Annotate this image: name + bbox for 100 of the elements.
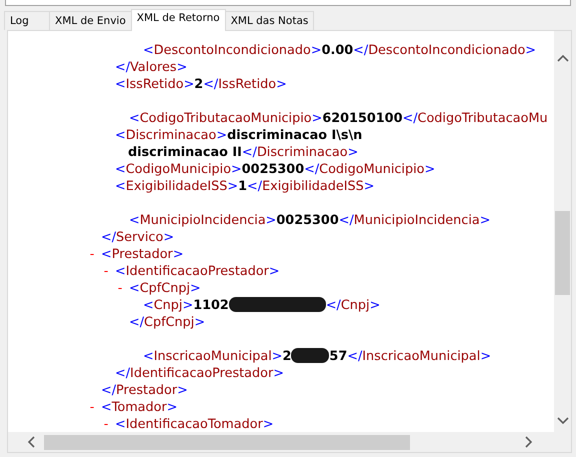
collapse-toggle[interactable]: - [86,399,98,416]
element-value: 0.00 [322,43,354,58]
tag-name: CpfCnpj [144,315,194,330]
tag-bracket: < [129,281,140,296]
tag-bracket: < [115,128,126,143]
collapse-toggle[interactable]: - [100,263,112,280]
tag-bracket: < [143,298,154,313]
tab[interactable]: XML de Retorno [130,9,226,31]
tag-bracket: > [262,417,274,432]
tag-bracket: > [480,213,490,228]
element-value: 1 [238,179,248,194]
tag-name: Prestador [112,247,173,262]
tag-name: DescontoIncondicionado [368,43,526,58]
element-value: discriminacao II [128,145,242,160]
element-value: discriminacao I\s\n [227,128,362,143]
tag-bracket: < [115,179,126,194]
tag-bracket: > [194,315,206,330]
tag-bracket: </ [338,213,354,228]
tag-bracket: < [115,77,126,92]
tag-bracket: > [424,162,436,177]
tag-bracket: </ [242,145,257,160]
tag-name: ExigibilidadeISS [126,179,228,194]
tag-bracket: > [272,349,283,364]
tag-bracket: > [216,128,228,143]
tag-name: Servico [116,230,164,245]
tag-bracket: > [370,298,380,313]
tag-name: Valores [130,60,177,75]
element-value: 1102 [193,298,229,313]
tag-bracket: </ [326,298,341,313]
tag-bracket: > [348,145,358,160]
tag-bracket: > [273,366,284,381]
tag-name: IdentificacaoPrestador [130,366,274,381]
tag-name: InscricaoMunicipal [362,349,480,364]
tag-bracket: > [231,162,242,177]
tag-bracket: > [364,179,374,194]
tag-bracket: > [480,349,492,364]
tag-bracket: > [266,213,276,228]
collapse-toggle[interactable]: - [114,280,126,297]
tag-name: IdentificacaoPrestador [126,264,269,279]
tag-name: CodigoTributacaoMu [418,111,548,126]
tab[interactable]: Log [4,11,50,30]
tag-bracket: > [184,77,194,92]
tag-name: CodigoMunicipio [126,162,232,177]
tag-bracket: > [176,60,188,75]
tag-bracket: </ [115,60,130,75]
tag-name: MunicipioIncidencia [140,213,266,228]
element-value: 0025300 [242,162,304,177]
tag-bracket: < [101,247,112,262]
tag-bracket: < [101,400,112,415]
tag-bracket: </ [353,43,368,58]
tag-bracket: </ [247,179,262,194]
tag-bracket: < [143,43,154,58]
tag-name: CodigoTributacaoMunicipio [140,111,312,126]
tag-name: CpfCnpj [140,281,190,296]
element-value: 2 [282,349,292,364]
tag-name: Prestador [116,383,178,398]
tag-name: InscricaoMunicipal [154,349,272,364]
tag-bracket: < [115,417,126,432]
tag-name: ExigibilidadeISS [262,179,364,194]
tag-bracket: > [182,298,194,313]
tag-bracket: < [143,349,154,364]
tag-bracket: </ [203,77,218,92]
element-value: 0025300 [276,213,339,228]
tag-bracket: > [172,247,184,262]
tag-bracket: </ [304,162,320,177]
tag-name: Cnpj [340,298,370,313]
tag-bracket: > [163,230,174,245]
tag-bracket: </ [347,349,362,364]
tag-bracket: > [312,111,322,126]
tag-bracket: > [177,383,188,398]
tag-name: Discriminacao [256,145,348,160]
tab[interactable]: XML das Notas [224,11,314,30]
tag-bracket: > [227,179,238,194]
tag-name: Discriminacao [126,128,216,143]
tag-bracket: < [115,264,126,279]
tag-name: MunicipioIncidencia [354,213,480,228]
element-value: 57 [329,349,348,364]
tag-name: DescontoIncondicionado [154,43,311,58]
tag-bracket: > [190,281,201,296]
tag-bracket: > [310,43,322,58]
element-value: 620150100 [322,111,402,126]
tag-bracket: </ [402,111,418,126]
tag-name: Tomador [112,400,167,415]
tag-name: CodigoMunicipio [319,162,424,177]
tag-bracket: > [276,77,287,92]
tag-bracket: < [129,111,140,126]
tag-name: IssRetido [126,77,184,92]
tag-bracket: > [166,400,178,415]
tag-bracket: > [525,43,536,58]
collapse-toggle[interactable]: - [86,246,98,263]
collapse-toggle[interactable]: - [100,416,112,432]
tag-bracket: < [129,213,140,228]
tag-bracket: </ [101,383,116,398]
tag-name: IdentificacaoTomador [126,417,263,432]
tag-bracket: </ [115,366,130,381]
tag-name: Cnpj [154,298,182,313]
element-value: 2 [194,77,204,92]
tag-name: IssRetido [218,77,276,92]
tag-bracket: </ [129,315,144,330]
tag-bracket: </ [101,230,116,245]
